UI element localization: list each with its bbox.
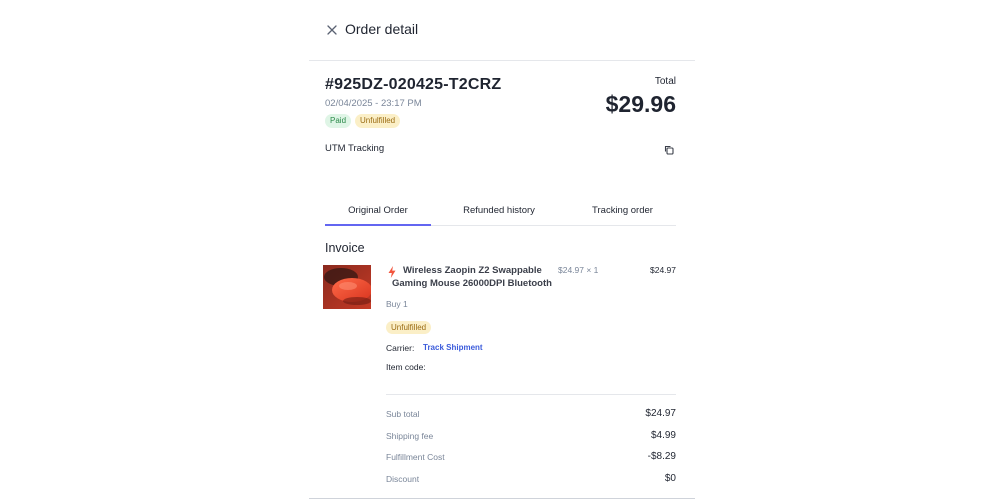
- item-code-label: Item code:: [386, 362, 426, 372]
- buy-quantity: Buy 1: [386, 299, 408, 309]
- utm-tracking-label: UTM Tracking: [325, 143, 385, 154]
- item-status-badge: Unfulfilled: [386, 321, 432, 334]
- copy-icon[interactable]: [664, 145, 674, 155]
- summary-divider: [386, 394, 676, 395]
- discount-label: Discount: [386, 474, 420, 484]
- order-id: #925DZ-020425-T2CRZ: [325, 76, 502, 93]
- subtotal-value: $24.97: [645, 408, 676, 419]
- total-label: Total: [654, 76, 676, 87]
- fulfillment-cost-label: Fulfillment Cost: [386, 452, 445, 462]
- tab-tracking-order[interactable]: Tracking order: [569, 198, 676, 225]
- product-image: [323, 265, 371, 309]
- line-total: $24.97: [650, 265, 676, 275]
- product-name[interactable]: Wireless Zaopin Z2 Swappable Gaming Mous…: [392, 265, 564, 290]
- unfulfilled-badge: Unfulfilled: [355, 114, 401, 128]
- shipping-fee-value: $4.99: [650, 430, 676, 441]
- order-date: 02/04/2025 - 23:17 PM: [325, 98, 422, 109]
- total-value: $29.96: [605, 91, 676, 117]
- close-icon[interactable]: [325, 23, 339, 37]
- panel-header: Order detail: [309, 0, 695, 61]
- tab-original-order[interactable]: Original Order: [325, 198, 431, 225]
- active-tab-indicator: [325, 224, 431, 226]
- unit-price: $24.97 × 1: [558, 265, 599, 275]
- panel-title: Order detail: [345, 21, 419, 37]
- tab-refunded-history[interactable]: Refunded history: [445, 198, 553, 225]
- order-tabs: Original Order Refunded history Tracking…: [325, 198, 676, 226]
- order-detail-panel: Order detail #925DZ-020425-T2CRZ 02/04/2…: [309, 0, 695, 500]
- shipping-fee-label: Shipping fee: [386, 431, 434, 441]
- carrier-label: Carrier:: [386, 343, 415, 353]
- paid-badge: Paid: [325, 114, 352, 128]
- fulfillment-cost-value: -$8.29: [647, 451, 676, 462]
- invoice-title: Invoice: [325, 241, 365, 255]
- discount-value: $0: [664, 473, 676, 484]
- subtotal-label: Sub total: [386, 409, 420, 419]
- panel-bottom-border: [309, 498, 695, 499]
- track-shipment-link[interactable]: Track Shipment: [423, 343, 483, 352]
